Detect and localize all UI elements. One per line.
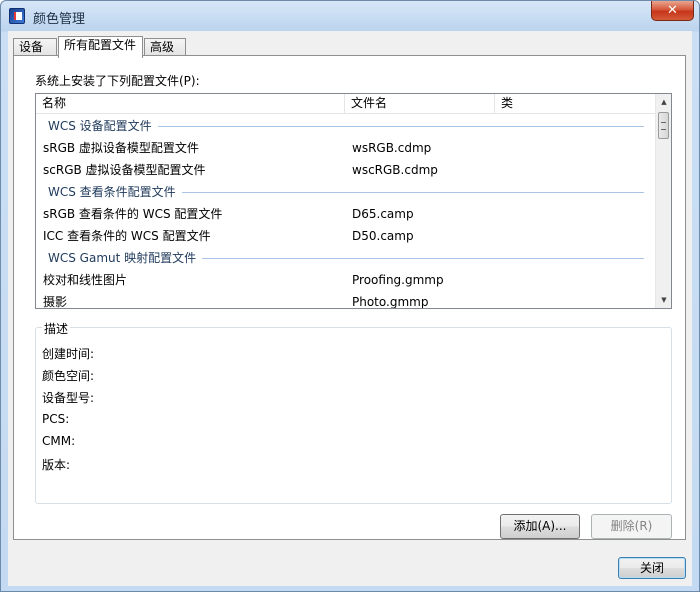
color-management-window: 颜色管理 ✕ 设备 所有配置文件 高级 系统上安装了下列配置文件(P): 名称 … (0, 0, 700, 592)
list-body: WCS 设备配置文件 sRGB 虚拟设备模型配置文件 wsRGB.cdmp sc… (36, 115, 656, 309)
column-header-name[interactable]: 名称 (36, 94, 345, 114)
list-item[interactable]: sRGB 虚拟设备模型配置文件 wsRGB.cdmp (36, 137, 656, 159)
dialog-client-area: 设备 所有配置文件 高级 系统上安装了下列配置文件(P): 名称 文件名 类 W… (8, 31, 692, 586)
tab-all-profiles[interactable]: 所有配置文件 (58, 36, 143, 58)
title-bar[interactable]: 颜色管理 ✕ (1, 1, 699, 31)
scrollbar-thumb[interactable] (658, 112, 669, 139)
profile-filename: D50.camp (352, 229, 414, 243)
created-time-label: 创建时间: (42, 347, 95, 361)
pcs-label: PCS: (42, 412, 70, 426)
window-title: 颜色管理 (33, 12, 86, 27)
color-management-app-icon (9, 8, 25, 24)
scroll-down-icon[interactable]: ▼ (656, 292, 671, 308)
profile-filename: Photo.gmmp (352, 295, 429, 309)
description-groupbox: 描述 创建时间: 颜色空间: 设备型号: PCS: CMM: 版本: (35, 320, 672, 504)
tab-devices[interactable]: 设备 (13, 38, 57, 56)
list-header: 名称 文件名 类 (36, 94, 656, 114)
group-header-wcs-device[interactable]: WCS 设备配置文件 (36, 115, 656, 137)
profile-name: scRGB 虚拟设备模型配置文件 (43, 163, 206, 177)
tab-advanced[interactable]: 高级 (144, 38, 186, 56)
profile-filename: wsRGB.cdmp (352, 141, 432, 155)
description-legend: 描述 (42, 320, 71, 337)
profiles-list[interactable]: 名称 文件名 类 WCS 设备配置文件 sRGB 虚拟设备模型配置文件 wsRG… (35, 93, 672, 309)
profile-name: sRGB 查看条件的 WCS 配置文件 (43, 207, 223, 221)
color-space-label: 颜色空间: (42, 369, 95, 383)
list-item[interactable]: ICC 查看条件的 WCS 配置文件 D50.camp (36, 225, 656, 247)
list-item[interactable]: sRGB 查看条件的 WCS 配置文件 D65.camp (36, 203, 656, 225)
list-item[interactable]: 摄影 Photo.gmmp (36, 291, 656, 309)
group-header-wcs-viewing[interactable]: WCS 查看条件配置文件 (36, 181, 656, 203)
group-title: WCS 查看条件配置文件 (48, 185, 182, 199)
profile-name: ICC 查看条件的 WCS 配置文件 (43, 229, 211, 243)
list-item[interactable]: 校对和线性图片 Proofing.gmmp (36, 269, 656, 291)
profile-name: 摄影 (43, 295, 68, 309)
window-close-button[interactable]: ✕ (651, 1, 694, 21)
device-model-label: 设备型号: (42, 391, 95, 405)
profile-name: sRGB 虚拟设备模型配置文件 (43, 141, 199, 155)
group-title: WCS Gamut 映射配置文件 (48, 251, 203, 265)
vertical-scrollbar[interactable]: ▲ ▼ (655, 94, 671, 308)
group-title: WCS 设备配置文件 (48, 119, 158, 133)
group-header-wcs-gamut[interactable]: WCS Gamut 映射配置文件 (36, 247, 656, 269)
version-label: 版本: (42, 458, 71, 472)
add-button[interactable]: 添加(A)... (500, 514, 580, 539)
installed-profiles-label: 系统上安装了下列配置文件(P): (35, 74, 200, 88)
list-item[interactable]: scRGB 虚拟设备模型配置文件 wscRGB.cdmp (36, 159, 656, 181)
profile-name: 校对和线性图片 (43, 273, 128, 287)
profile-filename: Proofing.gmmp (352, 273, 444, 287)
profile-filename: wscRGB.cdmp (352, 163, 438, 177)
column-header-class[interactable]: 类 (495, 94, 656, 114)
cmm-label: CMM: (42, 434, 76, 448)
all-profiles-panel: 系统上安装了下列配置文件(P): 名称 文件名 类 WCS 设备配置文件 sRG… (13, 55, 686, 540)
profile-filename: D65.camp (352, 207, 414, 221)
close-button[interactable]: 关闭 (618, 557, 686, 579)
delete-button[interactable]: 删除(R) (591, 514, 672, 539)
column-header-filename[interactable]: 文件名 (345, 94, 495, 114)
scroll-up-icon[interactable]: ▲ (656, 94, 671, 110)
